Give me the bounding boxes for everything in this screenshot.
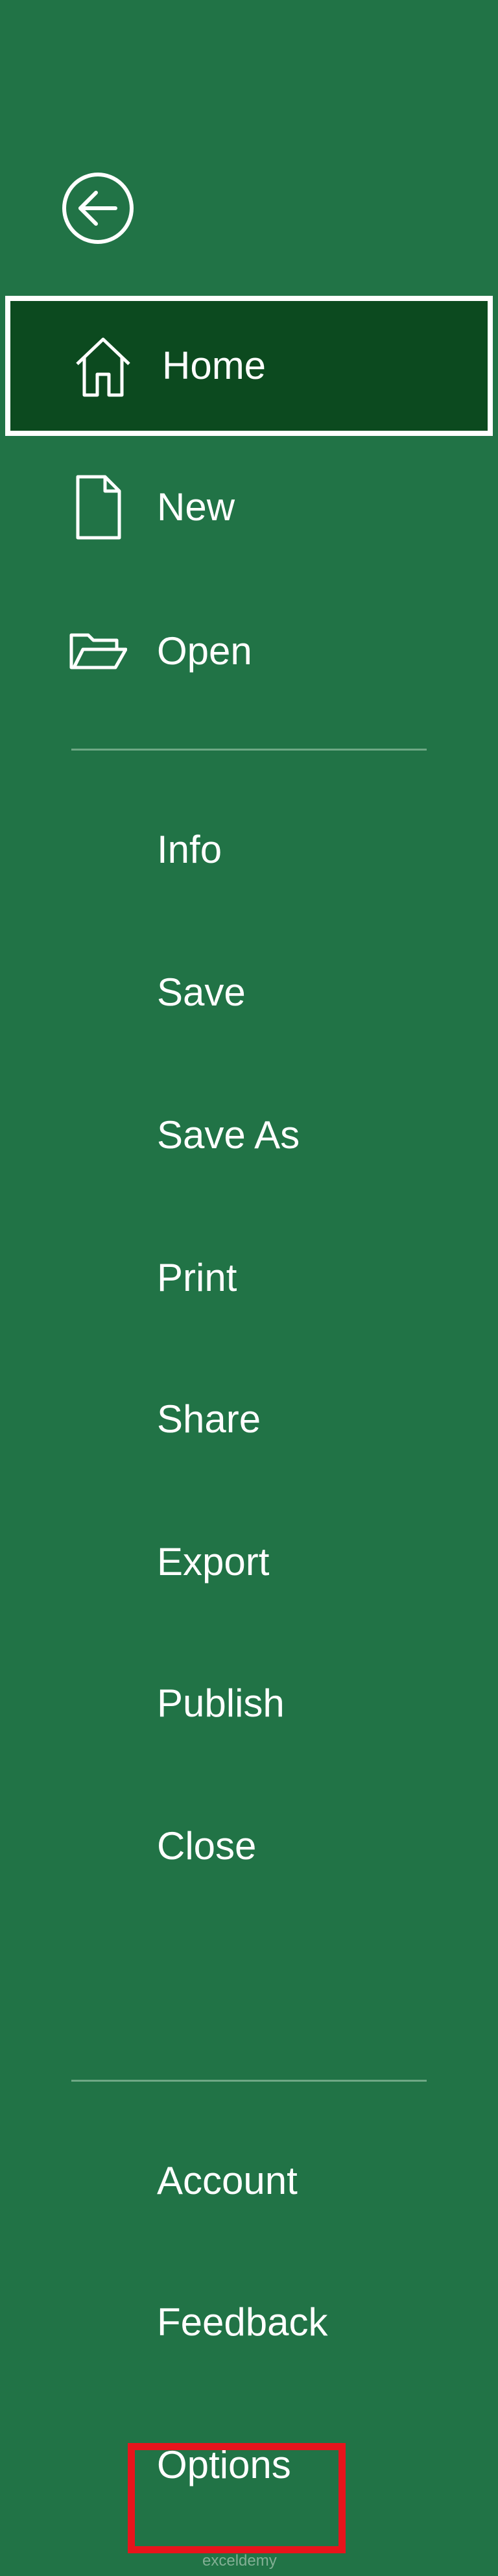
menu-item-account[interactable]: Account: [0, 2116, 498, 2246]
menu-item-label: Options: [157, 2443, 291, 2486]
new-document-icon: [69, 472, 127, 543]
back-button[interactable]: [61, 171, 135, 245]
menu-divider: [71, 749, 427, 751]
menu-item-label: Info: [157, 828, 222, 871]
menu-divider: [71, 2080, 427, 2082]
menu-item-close[interactable]: Close: [0, 1781, 498, 1911]
menu-item-label: New: [157, 485, 235, 529]
menu-item-save[interactable]: Save: [0, 928, 498, 1057]
menu-item-feedback[interactable]: Feedback: [0, 2257, 498, 2387]
menu-item-share[interactable]: Share: [0, 1354, 498, 1484]
menu-item-home[interactable]: Home: [5, 296, 493, 436]
menu-item-label: Open: [157, 629, 252, 673]
menu-item-open[interactable]: Open: [0, 586, 498, 716]
menu-item-label: Close: [157, 1824, 257, 1868]
menu-item-info[interactable]: Info: [0, 785, 498, 915]
menu-item-label: Print: [157, 1256, 237, 1299]
back-arrow-icon: [62, 173, 134, 244]
open-folder-icon: [69, 616, 127, 687]
menu-item-print[interactable]: Print: [0, 1213, 498, 1343]
menu-item-save-as[interactable]: Save As: [0, 1070, 498, 1200]
menu-item-label: Export: [157, 1540, 270, 1583]
menu-item-publish[interactable]: Publish: [0, 1639, 498, 1768]
home-icon: [74, 330, 132, 402]
watermark: exceldemy: [202, 2552, 277, 2570]
menu-item-label: Share: [157, 1397, 261, 1441]
menu-item-new[interactable]: New: [0, 442, 498, 572]
menu-item-label: Save As: [157, 1113, 300, 1157]
menu-item-export[interactable]: Export: [0, 1497, 498, 1627]
menu-item-label: Publish: [157, 1681, 285, 1725]
menu-item-options[interactable]: Options: [0, 2400, 498, 2530]
menu-item-label: Home: [162, 344, 267, 387]
menu-item-label: Save: [157, 970, 246, 1014]
menu-item-label: Account: [157, 2159, 298, 2202]
menu-item-label: Feedback: [157, 2300, 328, 2344]
